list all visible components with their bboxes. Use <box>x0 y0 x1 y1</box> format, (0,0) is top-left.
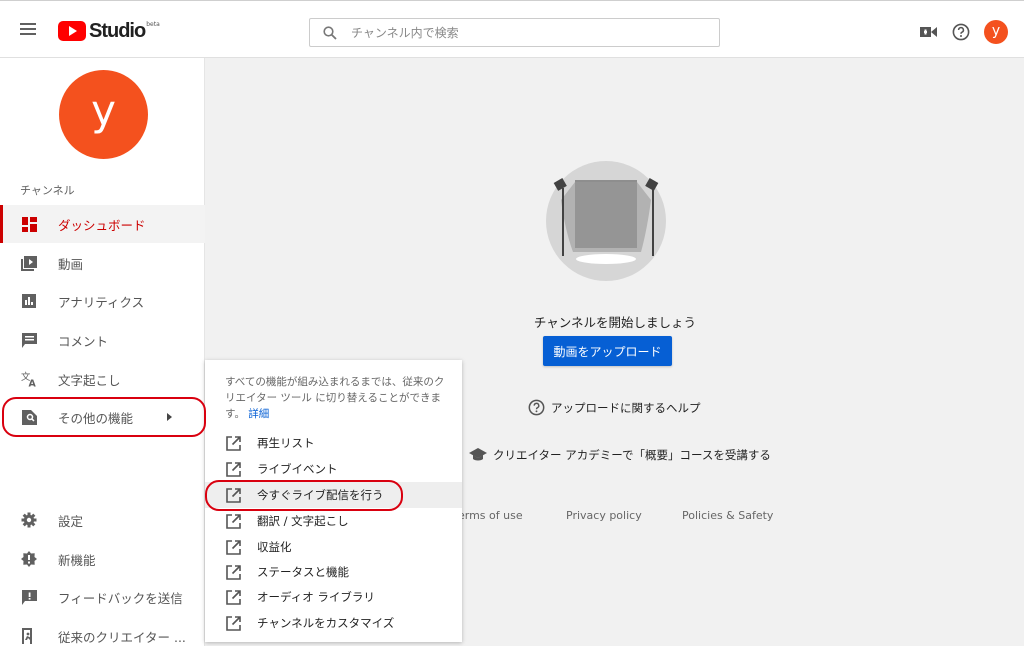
external-link-icon <box>226 487 241 503</box>
external-link-icon <box>226 435 241 451</box>
sidebar-item-other-features[interactable]: その他の機能 <box>0 398 205 436</box>
analytics-icon <box>21 293 37 309</box>
menu-item-status-features[interactable]: ステータスと機能 <box>205 559 462 585</box>
channel-avatar[interactable]: y <box>59 70 148 159</box>
sidebar-item-label: アナリティクス <box>58 294 145 310</box>
feedback-icon <box>21 589 37 605</box>
external-link-icon <box>226 564 241 580</box>
external-link-icon <box>226 513 241 529</box>
help-icon[interactable] <box>952 23 970 41</box>
menu-item-label: チャンネルをカスタマイズ <box>257 616 395 630</box>
menu-item-label: ステータスと機能 <box>257 565 349 579</box>
studio-illustration <box>546 161 666 281</box>
sidebar-item-settings[interactable]: 設定 <box>0 501 205 539</box>
sidebar-item-label: コメント <box>58 333 109 349</box>
menu-item-customize-channel[interactable]: チャンネルをカスタマイズ <box>205 610 462 636</box>
new-feature-icon <box>21 551 37 567</box>
details-link[interactable]: 詳細 <box>248 408 269 420</box>
youtube-icon <box>58 21 86 41</box>
sidebar-item-label: フィードバックを送信 <box>58 590 183 606</box>
top-bar: Studio beta y <box>0 0 1024 58</box>
account-avatar[interactable]: y <box>984 20 1008 44</box>
privacy-link[interactable]: Privacy policy <box>566 509 642 522</box>
sidebar-item-label: 文字起こし <box>58 372 121 388</box>
dashboard-icon <box>21 216 37 232</box>
menu-item-label: オーディオ ライブラリ <box>257 590 375 604</box>
sidebar-item-label: 動画 <box>58 256 84 272</box>
creator-academy-label: クリエイター アカデミーで「概要」コースを受講する <box>493 448 771 462</box>
policies-link[interactable]: Policies & Safety <box>682 509 773 522</box>
sidebar-item-label: 設定 <box>58 513 84 529</box>
create-video-icon[interactable] <box>920 26 937 38</box>
classic-studio-icon <box>21 628 37 644</box>
upload-video-button[interactable]: 動画をアップロード <box>543 336 672 366</box>
help-icon <box>528 399 545 416</box>
logo-badge: beta <box>146 21 160 28</box>
sidebar-item-label: 従来のクリエイター ... <box>58 629 186 645</box>
search-input[interactable] <box>351 25 681 40</box>
sidebar-item-analytics[interactable]: アナリティクス <box>0 282 205 320</box>
menu-item-live-events[interactable]: ライブイベント <box>205 456 462 482</box>
menu-description: すべての機能が組み込まれるまでは、従来のクリエイター ツール に切り替えることが… <box>225 374 450 422</box>
menu-item-label: 翻訳 / 文字起こし <box>257 514 349 528</box>
menu-item-audio-library[interactable]: オーディオ ライブラリ <box>205 584 462 610</box>
menu-item-translation[interactable]: 翻訳 / 文字起こし <box>205 508 462 534</box>
start-channel-text: チャンネルを開始しましょう <box>533 315 697 330</box>
search-icon <box>323 25 337 40</box>
sidebar-item-label: 新機能 <box>58 552 96 568</box>
upload-help-label: アップロードに関するヘルプ <box>551 400 701 415</box>
logo-text: Studio <box>89 19 146 42</box>
menu-item-monetization[interactable]: 収益化 <box>205 534 462 560</box>
sidebar-item-new-features[interactable]: 新機能 <box>0 540 205 578</box>
menu-item-label: 再生リスト <box>257 436 315 450</box>
other-features-menu: すべての機能が組み込まれるまでは、従来のクリエイター ツール に切り替えることが… <box>205 360 462 642</box>
menu-icon[interactable] <box>20 23 36 35</box>
external-link-icon <box>226 615 241 631</box>
search-box[interactable] <box>309 18 720 47</box>
menu-item-label: 収益化 <box>257 540 292 554</box>
sidebar-item-dashboard[interactable]: ダッシュボード <box>0 205 205 243</box>
menu-item-label: ライブイベント <box>257 462 338 476</box>
comment-icon <box>21 332 37 348</box>
gear-icon <box>21 512 37 528</box>
svg-text:A: A <box>29 379 37 387</box>
menu-item-playlists[interactable]: 再生リスト <box>205 430 462 456</box>
upload-help-link[interactable]: アップロードに関するヘルプ <box>528 399 701 416</box>
video-icon <box>21 255 37 271</box>
menu-item-go-live-now[interactable]: 今すぐライブ配信を行う <box>205 482 462 508</box>
external-link-icon <box>226 461 241 477</box>
channel-label: チャンネル <box>20 184 75 197</box>
sidebar-item-videos[interactable]: 動画 <box>0 244 205 282</box>
terms-link[interactable]: erms of use <box>458 509 523 522</box>
sidebar-item-label: その他の機能 <box>58 410 134 426</box>
other-features-icon <box>21 409 37 425</box>
menu-item-label: 今すぐライブ配信を行う <box>257 488 384 502</box>
sidebar-item-transcription[interactable]: 文A 文字起こし <box>0 360 205 398</box>
external-link-icon <box>226 589 241 605</box>
youtube-studio-logo[interactable]: Studio beta <box>58 19 160 43</box>
creator-academy-link[interactable]: クリエイター アカデミーで「概要」コースを受講する <box>469 447 771 463</box>
sidebar-item-comments[interactable]: コメント <box>0 321 205 359</box>
chevron-right-icon <box>167 413 172 421</box>
sidebar: y チャンネル ダッシュボード 動画 アナリティクス コメント 文A 文字起こし… <box>0 58 205 646</box>
sidebar-item-label: ダッシュボード <box>58 217 146 233</box>
sidebar-item-classic-studio[interactable]: 従来のクリエイター ... <box>0 617 205 646</box>
graduation-cap-icon <box>469 448 487 461</box>
translate-icon: 文A <box>21 371 37 387</box>
sidebar-item-feedback[interactable]: フィードバックを送信 <box>0 578 205 616</box>
external-link-icon <box>226 539 241 555</box>
